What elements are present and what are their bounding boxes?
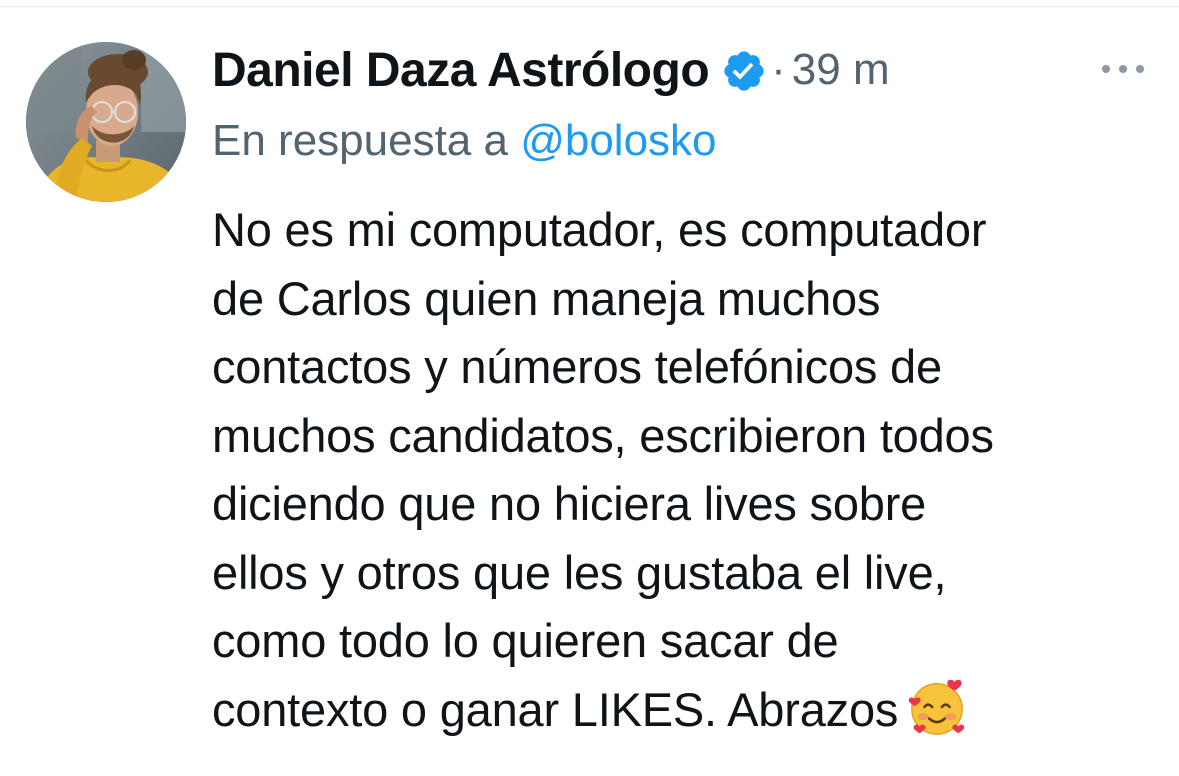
tweet-text: No es mi computador, es computador de Ca…	[212, 196, 1162, 744]
avatar-photo	[26, 42, 186, 202]
tweet-header: Daniel Daza Astrólogo · 39 m	[212, 40, 890, 100]
avatar[interactable]	[26, 42, 186, 202]
tweet-text-line: muchos candidatos, escribieron todos	[212, 408, 994, 462]
tweet-text-line: diciendo que no hiciera lives sobre	[212, 477, 927, 530]
tweet-text-line: de Carlos quien maneja muchos	[212, 271, 881, 325]
reply-handle-link[interactable]: @bolosko	[520, 116, 716, 165]
tweet-text-line: ellos y otros que les gustaba el live,	[212, 545, 947, 599]
tweet-text-line-content: contexto o ganar LIKES. Abrazos	[212, 682, 899, 736]
header-separator: ·	[771, 45, 786, 94]
timestamp[interactable]: 39 m	[792, 45, 890, 95]
tweet-text-line: No es mi computador, es computador	[212, 203, 987, 256]
more-horizontal-icon[interactable]	[1098, 56, 1148, 82]
reply-prefix: En respuesta a	[212, 116, 521, 165]
display-name[interactable]: Daniel Daza Astrólogo	[212, 43, 710, 98]
tweet-text-line-last: contexto o ganar LIKES. Abrazos	[212, 676, 1162, 745]
smiling-face-with-hearts-icon	[906, 676, 968, 738]
verified-badge-icon	[721, 48, 767, 94]
reply-context: En respuesta a @bolosko	[212, 116, 717, 166]
tweet-text-line: contactos y números telefónicos de	[212, 340, 942, 393]
tweet[interactable]: Daniel Daza Astrólogo · 39 m En respuest…	[0, 0, 1179, 776]
tweet-text-line: como todo lo quieren sacar de	[212, 614, 839, 667]
